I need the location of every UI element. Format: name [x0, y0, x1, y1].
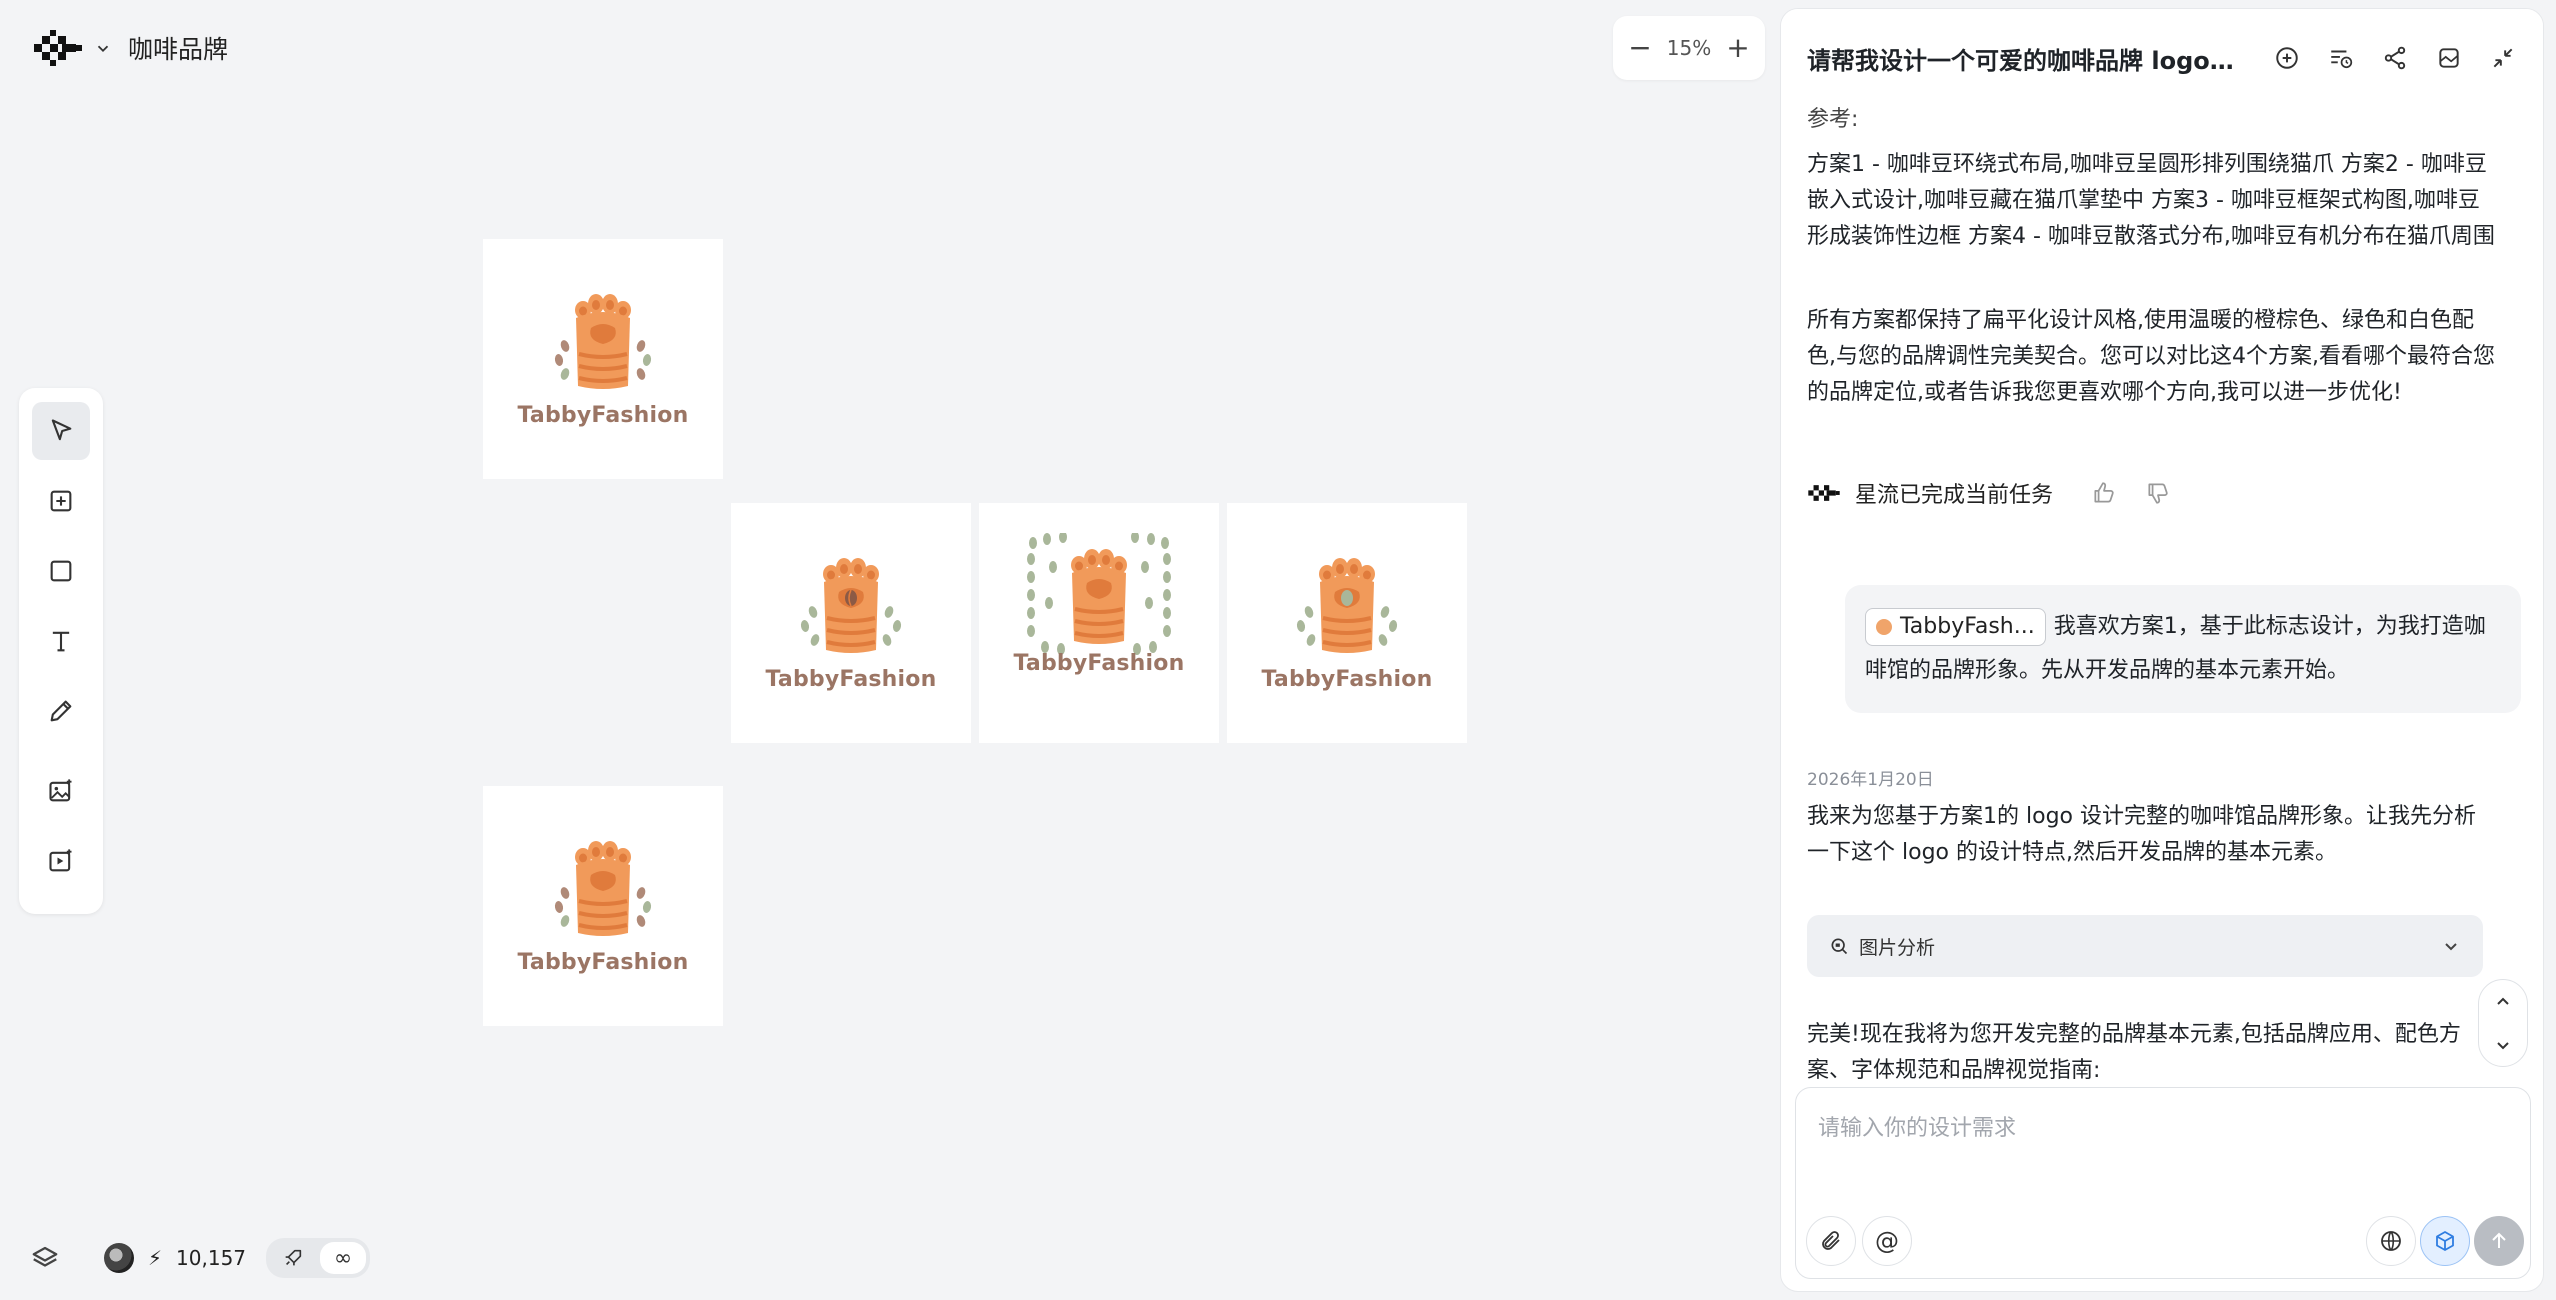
bottom-status-bar: ⚡ 10,157 ∞	[30, 1238, 371, 1278]
select-tool[interactable]	[32, 402, 90, 460]
assistant-message: 我来为您基于方案1的 logo 设计完整的咖啡馆品牌形象。让我先分析一下这个 l…	[1807, 804, 2476, 865]
attachment-name: TabbyFash...	[1900, 614, 2035, 639]
pen-icon	[50, 700, 72, 722]
scroll-control	[2478, 979, 2528, 1067]
left-toolbar	[19, 388, 103, 914]
logo-card-label: TabbyFashion	[765, 667, 937, 692]
assistant-message: 所有方案都保持了扁平化设计风格,使用温暖的橙棕色、绿色和白色配色,与您的品牌调性…	[1807, 308, 2495, 405]
assistant-message: 方案1 - 咖啡豆环绕式布局,咖啡豆呈圆形排列围绕猫爪 方案2 - 咖啡豆嵌入式…	[1807, 152, 2495, 249]
history-button[interactable]	[2327, 44, 2355, 72]
video-sparkle-icon	[49, 849, 72, 872]
logo-card-label: TabbyFashion	[517, 950, 689, 975]
project-name: 咖啡品牌	[128, 35, 229, 64]
chat-panel: 请帮我设计一个可爱的咖啡品牌 logo。这... 参考: 方案1 - 咖啡豆环绕…	[1780, 8, 2544, 1292]
attachment-chip[interactable]: TabbyFash...	[1865, 608, 2046, 646]
brand-logo-icon	[34, 30, 82, 66]
zoom-control: − 15% +	[1613, 16, 1765, 80]
rectangle-icon	[50, 560, 72, 582]
logo-card-label: TabbyFashion	[1013, 651, 1185, 676]
paw-logo-image	[800, 556, 902, 655]
paw-thumbnail-icon	[1876, 619, 1892, 635]
user-message: TabbyFash... 我喜欢方案1，基于此标志设计，为我打造咖啡馆的品牌形象…	[1845, 585, 2521, 713]
logo-card-3[interactable]: TabbyFashion	[979, 503, 1219, 743]
chat-input[interactable]	[1818, 1108, 2498, 1148]
assets-button[interactable]	[2435, 44, 2463, 72]
assistant-message: 完美!现在我将为您开发完整的品牌基本元素,包括品牌应用、配色方案、字体规范和品牌…	[1807, 1022, 2461, 1083]
image-analysis-toggle[interactable]: 图片分析	[1807, 915, 2483, 977]
image-generate-tool[interactable]	[32, 762, 90, 820]
pen-tool[interactable]	[32, 682, 90, 740]
chat-title: 请帮我设计一个可爱的咖啡品牌 logo。这...	[1807, 46, 2257, 75]
rocket-mode-button[interactable]	[270, 1242, 316, 1274]
zoom-in-button[interactable]: +	[1725, 34, 1751, 62]
avatar[interactable]	[104, 1243, 134, 1273]
collapse-button[interactable]	[2489, 44, 2517, 72]
logo-card-5[interactable]: TabbyFashion	[483, 786, 723, 1026]
attach-button[interactable]	[1806, 1216, 1856, 1266]
paw-logo-image	[554, 292, 652, 391]
new-chat-button[interactable]	[2273, 44, 2301, 72]
mention-button[interactable]: @	[1862, 1216, 1912, 1266]
logo-card-1[interactable]: TabbyFashion	[483, 239, 723, 479]
chevron-up-icon[interactable]	[2493, 992, 2513, 1012]
layers-icon[interactable]	[30, 1243, 60, 1273]
share-icon	[2384, 46, 2406, 70]
mode-switch: ∞	[266, 1238, 371, 1278]
paw-logo-image	[1027, 533, 1171, 655]
send-button[interactable]	[2474, 1216, 2524, 1266]
message-date: 2026年1月20日	[1807, 770, 1934, 790]
chevron-down-icon	[2445, 943, 2457, 951]
text-icon	[52, 631, 70, 652]
paw-logo-image	[554, 839, 652, 938]
infinite-mode-button[interactable]: ∞	[320, 1242, 367, 1274]
chevron-down-icon[interactable]	[2493, 1035, 2513, 1055]
arrow-up-icon	[2492, 1232, 2506, 1248]
zoom-out-button[interactable]: −	[1627, 34, 1653, 62]
collapse-icon	[2493, 48, 2513, 68]
history-list-icon	[2331, 50, 2353, 69]
globe-icon	[2381, 1231, 2401, 1251]
logo-card-4[interactable]: TabbyFashion	[1227, 503, 1467, 743]
thumbs-up-icon[interactable]	[2091, 480, 2117, 506]
image-analysis-label: 图片分析	[1859, 936, 1936, 959]
paperclip-icon	[1822, 1231, 1840, 1250]
thumbs-down-icon[interactable]	[2145, 480, 2171, 506]
credits-count: 10,157	[176, 1246, 247, 1270]
add-square-icon	[50, 490, 72, 512]
rectangle-tool[interactable]	[32, 542, 90, 600]
web-search-button[interactable]	[2366, 1216, 2416, 1266]
share-button[interactable]	[2381, 44, 2409, 72]
image-search-icon	[1831, 938, 1848, 955]
logo-card-label: TabbyFashion	[517, 403, 689, 428]
cursor-icon	[51, 419, 72, 441]
rocket-icon	[285, 1249, 302, 1266]
model-mode-button[interactable]	[2420, 1216, 2470, 1266]
paw-logo-image	[1296, 556, 1398, 655]
chat-header: 请帮我设计一个可爱的咖啡品牌 logo。这...	[1781, 9, 2543, 107]
logo-card-label: TabbyFashion	[1261, 667, 1433, 692]
brand-logo-icon	[1808, 485, 1840, 501]
chevron-down-icon	[97, 45, 109, 52]
add-frame-tool[interactable]	[32, 472, 90, 530]
image-sparkle-icon	[49, 779, 72, 802]
logo-card-2[interactable]: TabbyFashion	[731, 503, 971, 743]
bolt-icon: ⚡	[148, 1246, 163, 1270]
cube-icon	[2436, 1231, 2454, 1251]
zoom-level[interactable]: 15%	[1667, 36, 1711, 60]
folder-image-icon	[2439, 48, 2459, 68]
task-complete-text: 星流已完成当前任务	[1855, 483, 2054, 508]
plus-circle-icon	[2276, 47, 2298, 69]
text-tool[interactable]	[32, 612, 90, 670]
project-switcher[interactable]: 咖啡品牌	[22, 22, 238, 74]
task-complete-row: 星流已完成当前任务	[1807, 477, 2171, 509]
chat-input-box: @	[1795, 1087, 2531, 1279]
video-generate-tool[interactable]	[32, 832, 90, 890]
